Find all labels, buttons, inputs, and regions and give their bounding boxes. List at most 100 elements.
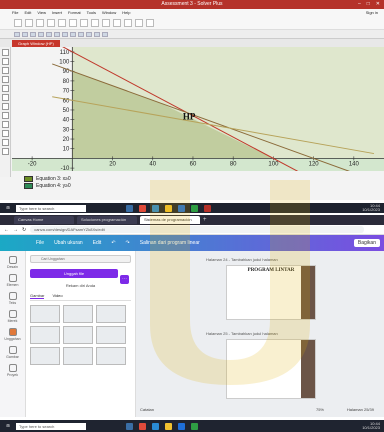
page-header[interactable]: Halaman 24 - Tambahkan judul halaman xyxy=(206,257,278,262)
tab-images[interactable]: Gambar xyxy=(30,293,45,299)
upload-thumbnail[interactable] xyxy=(96,347,126,365)
paste-icon[interactable] xyxy=(80,18,88,27)
task-view-icon[interactable] xyxy=(126,422,133,430)
redo-icon[interactable]: ↷ xyxy=(126,240,130,246)
table-icon[interactable] xyxy=(124,18,132,27)
browser-tab[interactable]: Soluciones programación xyxy=(77,216,137,224)
format-tool-icon[interactable] xyxy=(46,31,52,37)
share-button[interactable]: Bagikan xyxy=(353,239,380,247)
format-tool-icon[interactable] xyxy=(78,31,84,37)
menu-help[interactable]: Help xyxy=(122,9,130,16)
graph-plot-area[interactable]: -20 20 40 60 80 100 120 140-1010203040506070809… xyxy=(12,47,384,171)
copy-icon[interactable] xyxy=(69,18,77,27)
store-icon[interactable] xyxy=(178,422,185,430)
undo-icon[interactable]: ↶ xyxy=(111,240,115,246)
format-tool-icon[interactable] xyxy=(70,31,76,37)
graph-icon[interactable] xyxy=(113,18,121,27)
sidebar-item-projects[interactable]: Proyek xyxy=(0,364,25,377)
app-icon[interactable] xyxy=(191,422,198,430)
legend-item[interactable]: Equation 4: y≥0 xyxy=(24,182,71,189)
upload-thumbnail[interactable] xyxy=(63,347,93,365)
move-icon[interactable] xyxy=(1,112,9,119)
windows-start-icon[interactable]: ⊞ xyxy=(4,422,12,430)
chrome-icon[interactable] xyxy=(139,204,146,212)
menu-format[interactable]: Format xyxy=(68,9,81,16)
polygon-icon[interactable] xyxy=(1,85,9,92)
tab-graph-window[interactable]: Graph Window (HP) xyxy=(12,40,60,47)
canva-menu-file[interactable]: File xyxy=(36,240,44,246)
sidebar-item-text[interactable]: Teks xyxy=(0,292,25,305)
page-header[interactable]: Halaman 25 - Tambahkan judul halaman xyxy=(206,331,278,336)
taskbar-search-input[interactable]: Type here to search xyxy=(16,204,86,212)
menu-view[interactable]: View xyxy=(37,9,46,16)
menu-insert[interactable]: Insert xyxy=(52,9,62,16)
menu-tools[interactable]: Tools xyxy=(87,9,96,16)
menu-file[interactable]: File xyxy=(12,9,18,16)
zoom-out-icon[interactable] xyxy=(1,139,9,146)
store-icon[interactable] xyxy=(178,204,185,212)
pen-icon[interactable] xyxy=(146,18,154,27)
browser-tab[interactable]: Canvas Home xyxy=(14,216,74,224)
menu-window[interactable]: Window xyxy=(102,9,116,16)
notes-button[interactable]: Catatan xyxy=(140,407,154,412)
undo-icon[interactable] xyxy=(91,18,99,27)
format-tool-icon[interactable] xyxy=(62,31,68,37)
upload-thumbnail[interactable] xyxy=(30,305,60,323)
cut-icon[interactable] xyxy=(58,18,66,27)
save-icon[interactable] xyxy=(36,18,44,27)
edge-icon[interactable] xyxy=(152,422,159,430)
canva-menu-resize[interactable]: Ubah ukuran xyxy=(54,240,83,246)
forward-icon[interactable]: → xyxy=(13,227,18,233)
legend-item[interactable]: Equation 3: x≥0 xyxy=(24,175,71,182)
format-tool-icon[interactable] xyxy=(22,31,28,37)
upload-thumbnail[interactable] xyxy=(30,347,60,365)
sign-in-link[interactable]: Sign in xyxy=(366,9,378,16)
angle-icon[interactable] xyxy=(1,103,9,110)
close-icon[interactable]: ✕ xyxy=(376,0,380,9)
reload-icon[interactable]: ↻ xyxy=(22,227,26,233)
sidebar-item-uploads[interactable]: Unggahan xyxy=(0,328,25,341)
new-tab-button[interactable]: + xyxy=(203,217,207,223)
text-icon[interactable] xyxy=(1,94,9,101)
format-tool-icon[interactable] xyxy=(86,31,92,37)
print-icon[interactable] xyxy=(47,18,55,27)
chrome-icon[interactable] xyxy=(139,422,146,430)
redo-icon[interactable] xyxy=(102,18,110,27)
minimize-icon[interactable]: – xyxy=(358,0,361,9)
taskbar-search-input[interactable]: Type here to search xyxy=(16,422,86,430)
tab-videos[interactable]: Video xyxy=(52,293,62,299)
upload-thumbnail[interactable] xyxy=(96,326,126,344)
more-options-button[interactable]: ⋯ xyxy=(120,275,129,284)
page-counter[interactable]: Halaman 25/39 xyxy=(347,407,374,412)
upload-file-button[interactable]: Unggah file xyxy=(30,269,118,278)
point-icon[interactable] xyxy=(1,67,9,74)
format-tool-icon[interactable] xyxy=(30,31,36,37)
windows-start-icon[interactable]: ⊞ xyxy=(4,204,12,212)
browser-tab-active[interactable]: Sistemas de programación xyxy=(140,216,200,224)
document-title[interactable]: Salinan dari program linear xyxy=(140,240,200,246)
url-input[interactable]: canva.com/design/DAFsamYZk8Xs/edit xyxy=(30,226,364,233)
sidebar-item-photos[interactable]: Gambar xyxy=(0,346,25,359)
format-tool-icon[interactable] xyxy=(14,31,20,37)
format-tool-icon[interactable] xyxy=(94,31,100,37)
upload-thumbnail[interactable] xyxy=(96,305,126,323)
upload-thumbnail[interactable] xyxy=(63,326,93,344)
sidebar-item-brand[interactable]: Merek xyxy=(0,310,25,323)
maximize-icon[interactable]: □ xyxy=(367,0,370,9)
format-tool-icon[interactable] xyxy=(38,31,44,37)
upload-thumbnail[interactable] xyxy=(30,326,60,344)
task-view-icon[interactable] xyxy=(126,204,133,212)
new-file-icon[interactable] xyxy=(14,18,22,27)
record-yourself-link[interactable]: Rekam diri Anda xyxy=(30,283,131,288)
zoom-icon[interactable] xyxy=(135,18,143,27)
open-folder-icon[interactable] xyxy=(25,18,33,27)
slide-page[interactable]: PROGRAM LINTAR xyxy=(226,265,316,320)
uploads-search-input[interactable]: Cari Unggahan xyxy=(30,255,131,263)
solver-app-icon[interactable] xyxy=(204,204,211,212)
pointer-icon[interactable] xyxy=(1,49,9,56)
format-tool-icon[interactable] xyxy=(54,31,60,37)
back-icon[interactable]: ← xyxy=(4,227,9,233)
line-icon[interactable] xyxy=(1,58,9,65)
upload-thumbnail[interactable] xyxy=(63,305,93,323)
zoom-level[interactable]: 75% xyxy=(316,407,324,412)
